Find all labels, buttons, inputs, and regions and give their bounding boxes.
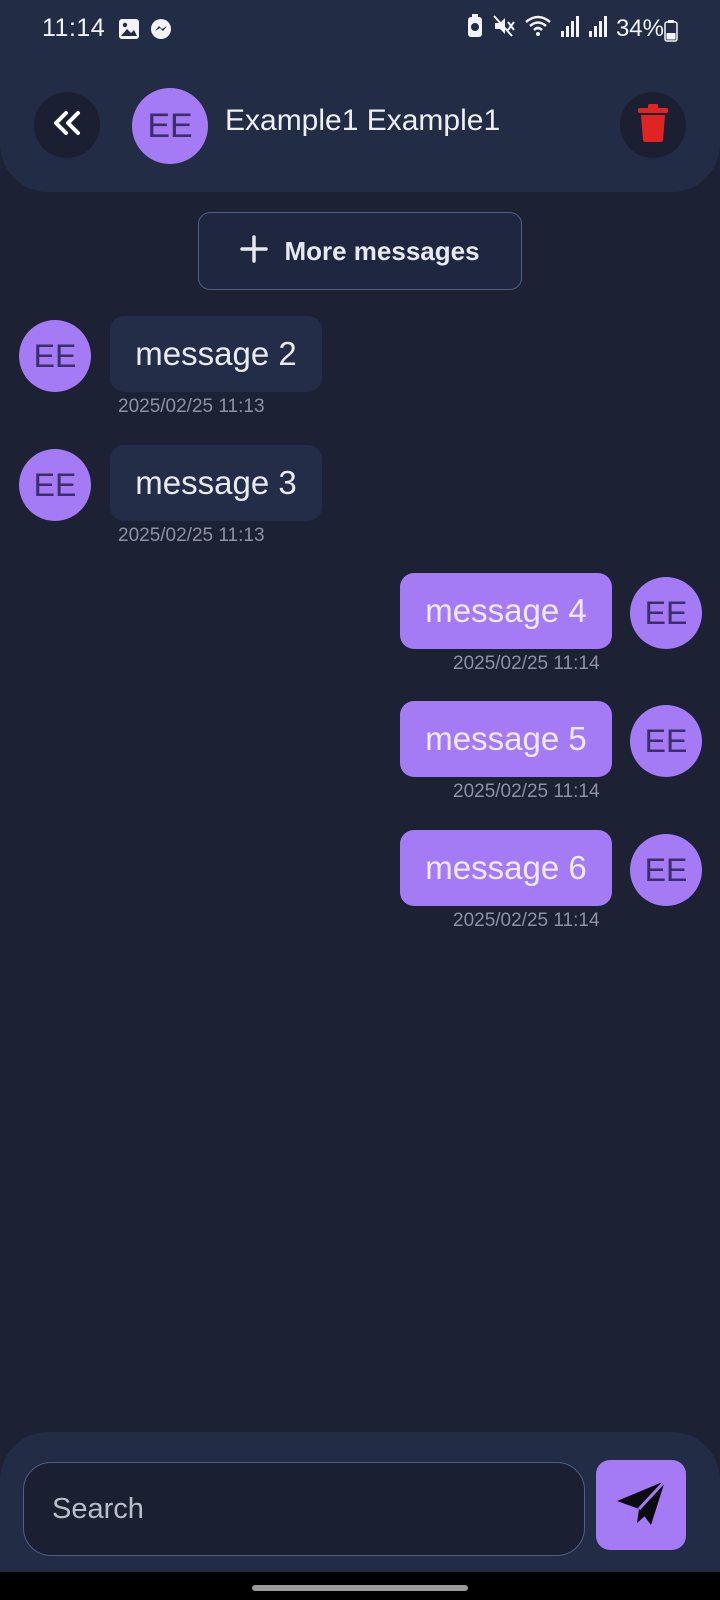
system-icons: 34% <box>466 14 664 43</box>
message-row: message 6 EE 2025/02/25 11:14 <box>0 830 720 940</box>
send-icon <box>615 1479 667 1532</box>
contact-name: Example1 Example1 <box>225 104 501 137</box>
message-timestamp: 2025/02/25 11:14 <box>453 653 600 674</box>
wifi-icon <box>524 14 552 43</box>
message-row: message 4 EE 2025/02/25 11:14 <box>0 573 720 683</box>
status-time: 11:14 <box>42 14 106 42</box>
composer-bar <box>0 1432 720 1572</box>
sender-avatar[interactable]: EE <box>630 834 702 906</box>
image-icon <box>118 18 140 45</box>
trash-icon <box>637 103 669 147</box>
message-bubble[interactable]: message 4 <box>400 573 612 649</box>
message-timestamp: 2025/02/25 11:14 <box>453 910 600 931</box>
battery-saver-icon <box>466 14 484 43</box>
back-button[interactable] <box>34 92 100 158</box>
messenger-icon <box>150 18 172 45</box>
plus-icon <box>240 234 269 268</box>
chat-header: EE Example1 Example1 <box>0 60 720 192</box>
double-chevron-left-icon <box>50 106 84 145</box>
message-row: message 5 EE 2025/02/25 11:14 <box>0 701 720 811</box>
sender-avatar[interactable]: EE <box>19 449 91 521</box>
message-bubble[interactable]: message 2 <box>110 316 322 392</box>
message-timestamp: 2025/02/25 11:13 <box>118 396 265 417</box>
home-gesture-handle[interactable] <box>252 1585 468 1591</box>
send-button[interactable] <box>596 1460 686 1550</box>
more-messages-button[interactable]: More messages <box>198 212 522 290</box>
signal-icon <box>560 15 580 42</box>
delete-conversation-button[interactable] <box>620 92 686 158</box>
sender-avatar[interactable]: EE <box>630 577 702 649</box>
more-messages-label: More messages <box>284 235 480 266</box>
status-bar: 11:14 34% <box>0 0 720 60</box>
contact-avatar[interactable]: EE <box>132 88 208 164</box>
message-timestamp: 2025/02/25 11:14 <box>453 781 600 802</box>
message-bubble[interactable]: message 3 <box>110 445 322 521</box>
message-bubble[interactable]: message 5 <box>400 701 612 777</box>
signal-icon <box>588 15 608 42</box>
notification-icons <box>118 18 172 45</box>
mute-icon <box>492 14 516 43</box>
message-timestamp: 2025/02/25 11:13 <box>118 525 265 546</box>
sender-avatar[interactable]: EE <box>19 320 91 392</box>
battery-icon <box>664 20 678 47</box>
navigation-bar <box>0 1572 720 1600</box>
battery-percent: 34% <box>615 14 664 42</box>
search-input[interactable] <box>23 1462 585 1556</box>
message-row: EE message 2 2025/02/25 11:13 <box>0 316 720 426</box>
sender-avatar[interactable]: EE <box>630 705 702 777</box>
message-row: EE message 3 2025/02/25 11:13 <box>0 445 720 555</box>
message-bubble[interactable]: message 6 <box>400 830 612 906</box>
